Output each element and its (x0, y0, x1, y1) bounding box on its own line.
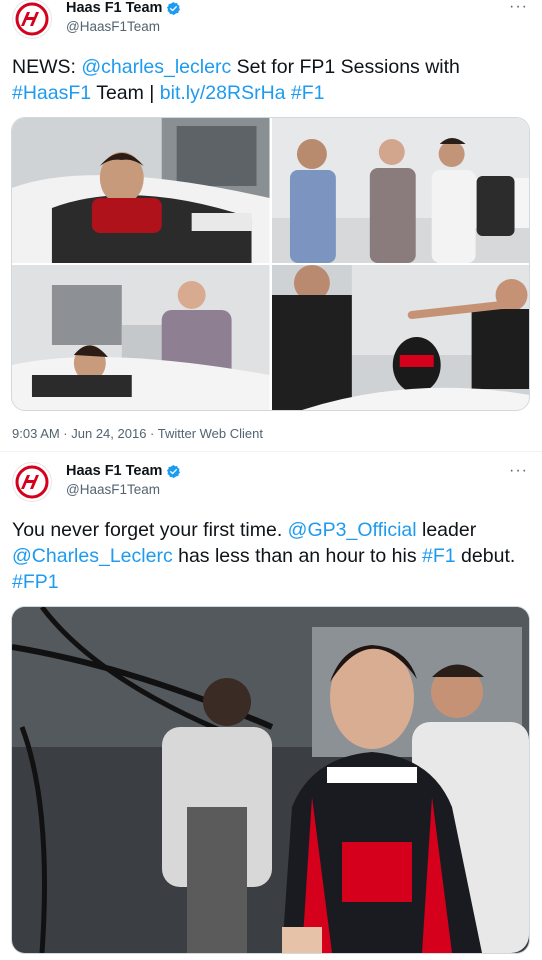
text-segment: You never forget your first time. (12, 519, 288, 541)
haas-logo-icon[interactable] (12, 0, 52, 39)
photo-driver-in-garage[interactable] (11, 606, 530, 954)
author-name-text[interactable]: Haas F1 Team (66, 463, 162, 479)
photo-engineer-at-car[interactable] (12, 265, 270, 410)
mention-link[interactable]: @GP3_Official (288, 519, 417, 541)
url-link[interactable]: bit.ly/28RSrHa (160, 82, 286, 104)
verified-badge-icon (167, 1, 181, 15)
mention-link[interactable]: @Charles_Leclerc (12, 545, 173, 567)
text-segment: NEWS: (12, 56, 82, 78)
text-segment: has less than an hour to his (172, 545, 423, 567)
haas-logo-icon[interactable] (12, 462, 52, 502)
author-name[interactable]: Haas F1 Team (66, 463, 181, 479)
hashtag-link[interactable]: #F1 (422, 545, 456, 567)
hashtag-link[interactable]: #F1 (291, 82, 325, 104)
text-segment: leader (416, 519, 477, 541)
tweet-timestamp[interactable]: 9:03 AM · Jun 24, 2016 · Twitter Web Cli… (12, 426, 263, 441)
author-handle[interactable]: @HaasF1Team (66, 482, 160, 497)
hashtag-link[interactable]: #FP1 (12, 571, 59, 593)
author-name[interactable]: Haas F1 Team (66, 0, 181, 16)
tweet-text: You never forget your first time. @GP3_O… (12, 517, 527, 595)
mention-link[interactable]: @charles_leclerc (81, 56, 231, 78)
more-icon[interactable]: ··· (509, 0, 528, 16)
text-segment: Team | (91, 82, 160, 104)
author-name-text[interactable]: Haas F1 Team (66, 0, 162, 16)
photo-helmet-fitting[interactable] (271, 265, 529, 410)
garage-photo (12, 607, 529, 953)
tweet-text: NEWS: @charles_leclerc Set for FP1 Sessi… (12, 54, 527, 106)
verified-badge-icon (167, 464, 181, 478)
author-handle[interactable]: @HaasF1Team (66, 19, 160, 34)
tweet-divider (0, 451, 542, 452)
photo-driver-in-cockpit[interactable] (12, 118, 270, 263)
text-segment: debut. (455, 545, 516, 567)
text-segment: Set for FP1 Sessions with (231, 56, 460, 78)
hashtag-link[interactable]: #HaasF1 (12, 82, 91, 104)
photo-team-meeting[interactable] (271, 118, 529, 263)
photo-grid[interactable] (11, 117, 530, 411)
more-icon[interactable]: ··· (509, 462, 528, 480)
